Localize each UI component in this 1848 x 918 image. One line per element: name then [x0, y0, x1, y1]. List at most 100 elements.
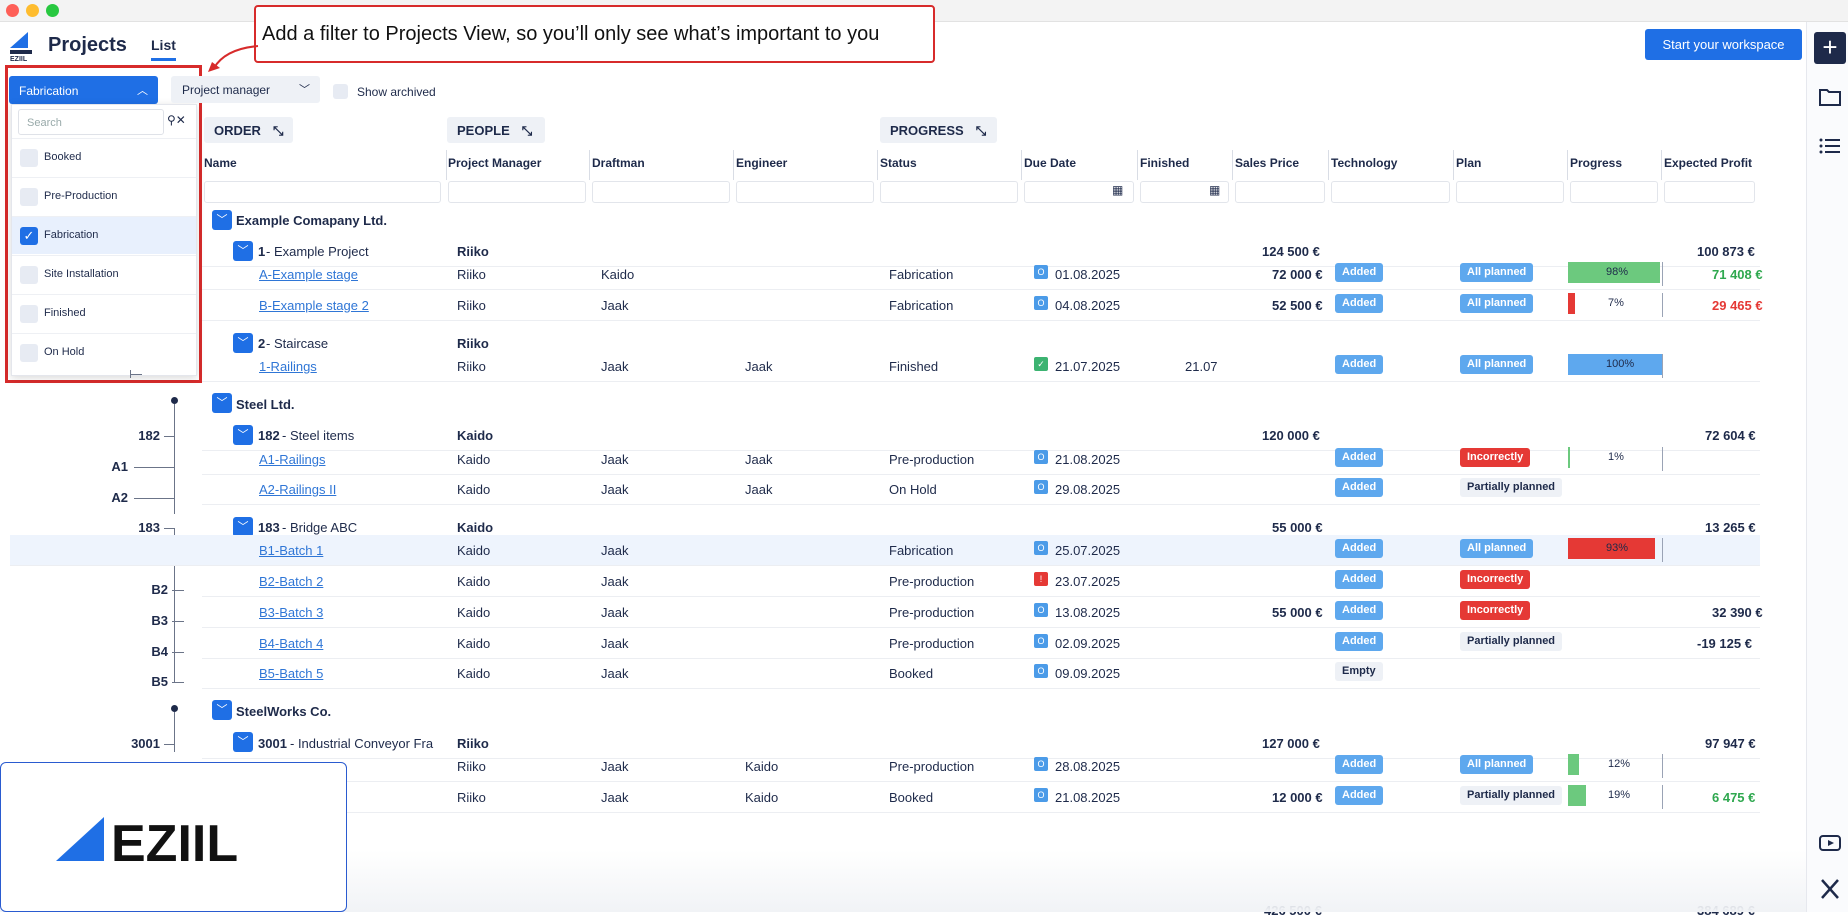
filter-plan-input[interactable] [1456, 181, 1564, 203]
status-option-pre-production[interactable]: Pre-Production [12, 177, 196, 215]
filter-name-input[interactable] [204, 181, 441, 203]
tab-list[interactable]: List [151, 37, 176, 61]
stage-name-link[interactable]: B1-Batch 1 [259, 543, 323, 558]
technology-badge[interactable]: Added [1335, 263, 1384, 282]
collapse-toggle-icon[interactable]: ﹀ [233, 241, 253, 261]
col-sales-price[interactable]: Sales Price [1235, 156, 1299, 170]
col-due-date[interactable]: Due Date [1024, 156, 1076, 170]
dropdown-search-input[interactable]: Search [18, 109, 164, 135]
minimize-window-button[interactable] [26, 4, 39, 17]
collapse-toggle-icon[interactable]: ﹀ [233, 517, 253, 537]
table-row[interactable] [202, 658, 1760, 689]
plan-badge[interactable]: All planned [1460, 294, 1534, 313]
col-expected-profit[interactable]: Expected Profit [1664, 156, 1752, 170]
stage-name-link[interactable]: B-Example stage 2 [259, 298, 369, 313]
stage-name-link[interactable]: A-Example stage [259, 267, 358, 282]
col-name[interactable]: Name [204, 156, 237, 170]
technology-badge[interactable]: Added [1335, 755, 1384, 774]
start-workspace-button[interactable]: Start your workspace [1645, 29, 1802, 60]
technology-badge[interactable]: Added [1335, 539, 1384, 558]
maximize-window-button[interactable] [46, 4, 59, 17]
filter-status-input[interactable] [880, 181, 1018, 203]
filter-technology-input[interactable] [1331, 181, 1450, 203]
list-icon[interactable] [1818, 135, 1842, 157]
technology-badge[interactable]: Added [1335, 355, 1384, 374]
technology-badge[interactable]: Added [1335, 601, 1384, 620]
plan-badge[interactable]: Partially planned [1460, 478, 1563, 497]
group-people[interactable]: PEOPLE ⤡ [447, 117, 545, 143]
status-option-booked[interactable]: Booked [12, 138, 196, 176]
plan-badge[interactable]: Incorrectly [1460, 601, 1531, 620]
status-option-site-installation[interactable]: Site Installation [12, 255, 196, 293]
col-status[interactable]: Status [880, 156, 917, 170]
collapse-toggle-icon[interactable]: ﹀ [233, 425, 253, 445]
stage-name-link[interactable]: B4-Batch 4 [259, 636, 323, 651]
plan-badge[interactable]: Incorrectly [1460, 448, 1531, 467]
collapse-toggle-icon[interactable]: ﹀ [212, 210, 232, 230]
collapse-icon[interactable]: ⤡ [522, 123, 532, 138]
show-archived-toggle[interactable]: Show archived [333, 84, 436, 99]
col-engineer[interactable]: Engineer [736, 156, 787, 170]
status-option-fabrication[interactable]: ✓ Fabrication [12, 216, 196, 254]
filter-price-input[interactable] [1235, 181, 1325, 203]
checkbox[interactable] [333, 84, 348, 99]
plan-badge[interactable]: Partially planned [1460, 632, 1563, 651]
video-icon[interactable] [1818, 832, 1842, 854]
technology-badge[interactable]: Added [1335, 294, 1384, 313]
search-clear-icon[interactable]: ⚲✕ [167, 113, 186, 127]
stage-name-link[interactable]: B2-Batch 2 [259, 574, 323, 589]
collapse-toggle-icon[interactable]: ﹀ [212, 393, 232, 413]
plan-badge[interactable]: All planned [1460, 263, 1534, 282]
technology-badge[interactable]: Added [1335, 570, 1384, 589]
stage-name-link[interactable]: 1-Railings [259, 359, 317, 374]
calendar-icon[interactable]: ▦ [1112, 183, 1123, 197]
add-icon[interactable]: + [1814, 32, 1846, 64]
group-order[interactable]: ORDER ⤡ [204, 117, 293, 143]
tools-icon[interactable] [1818, 878, 1842, 900]
status-option-finished[interactable]: Finished [12, 294, 196, 332]
calendar-icon[interactable]: ▦ [1209, 183, 1220, 197]
close-window-button[interactable] [6, 4, 19, 17]
filter-profit-input[interactable] [1664, 181, 1755, 203]
checkbox-checked-icon[interactable]: ✓ [20, 227, 38, 245]
technology-badge[interactable]: Empty [1335, 662, 1383, 681]
group-progress[interactable]: PROGRESS ⤡ [880, 117, 997, 143]
filter-pm-input[interactable] [448, 181, 586, 203]
technology-badge[interactable]: Added [1335, 786, 1384, 805]
plan-badge[interactable]: All planned [1460, 355, 1534, 374]
checkbox[interactable] [20, 188, 38, 206]
technology-badge[interactable]: Added [1335, 448, 1384, 467]
folder-icon[interactable] [1818, 86, 1842, 108]
col-finished[interactable]: Finished [1140, 156, 1189, 170]
checkbox[interactable] [20, 305, 38, 323]
stage-name-link[interactable]: B5-Batch 5 [259, 666, 323, 681]
status-option-on-hold[interactable]: On Hold [12, 333, 196, 371]
technology-badge[interactable]: Added [1335, 632, 1384, 651]
plan-badge[interactable]: Partially planned [1460, 786, 1563, 805]
col-plan[interactable]: Plan [1456, 156, 1481, 170]
collapse-icon[interactable]: ⤡ [976, 123, 986, 138]
plan-badge[interactable]: All planned [1460, 539, 1534, 558]
checkbox[interactable] [20, 266, 38, 284]
collapse-toggle-icon[interactable]: ﹀ [233, 333, 253, 353]
plan-badge[interactable]: All planned [1460, 755, 1534, 774]
status-filter-select[interactable]: Fabrication ︿ [9, 76, 158, 104]
collapse-icon[interactable]: ⤡ [273, 123, 283, 138]
col-project-manager[interactable]: Project Manager [448, 156, 541, 170]
project-manager-select[interactable]: Project manager ﹀ [171, 76, 320, 103]
checkbox[interactable] [20, 149, 38, 167]
stage-name-link[interactable]: A1-Railings [259, 452, 325, 467]
technology-badge[interactable]: Added [1335, 478, 1384, 497]
collapse-toggle-icon[interactable]: ﹀ [233, 732, 253, 752]
col-progress[interactable]: Progress [1570, 156, 1622, 170]
col-technology[interactable]: Technology [1331, 156, 1397, 170]
filter-progress-input[interactable] [1570, 181, 1658, 203]
stage-name-link[interactable]: B3-Batch 3 [259, 605, 323, 620]
eziil-logo-icon[interactable]: EZIIL [6, 28, 36, 62]
filter-draftman-input[interactable] [592, 181, 730, 203]
checkbox[interactable] [20, 344, 38, 362]
plan-badge[interactable]: Incorrectly [1460, 570, 1531, 589]
filter-engineer-input[interactable] [736, 181, 874, 203]
collapse-toggle-icon[interactable]: ﹀ [212, 700, 232, 720]
col-draftman[interactable]: Draftman [592, 156, 645, 170]
